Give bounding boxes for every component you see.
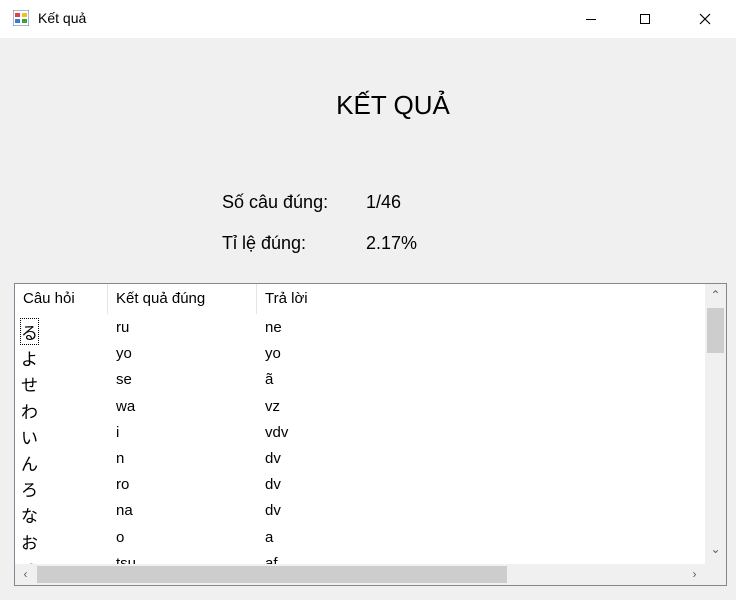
scroll-down-icon[interactable]: ⌄ bbox=[705, 542, 726, 556]
vertical-scroll-thumb[interactable] bbox=[707, 308, 724, 353]
correct-answer-cell: ro bbox=[116, 476, 130, 494]
question-cell: つ bbox=[21, 555, 38, 564]
correct-answer-cell: tsu bbox=[116, 554, 137, 564]
table-row[interactable]: おoa bbox=[15, 526, 705, 553]
scroll-right-icon[interactable]: › bbox=[684, 567, 705, 581]
correct-answer-cell: se bbox=[116, 371, 132, 389]
question-cell: る bbox=[20, 318, 39, 345]
correct-rate-value: 2.17% bbox=[366, 233, 418, 253]
list-rows: る ru ne よ yo yo せ se ã わ wa vz い i vdv ん n dv ろ ro dv な na dv お o… bbox=[15, 316, 705, 564]
column-header-correct-answer[interactable]: Kết quả đúng bbox=[108, 284, 257, 314]
vertical-scrollbar[interactable]: ⌃ ⌄ bbox=[705, 284, 726, 565]
user-answer-cell: vz bbox=[265, 397, 280, 415]
user-answer-cell: ã bbox=[265, 371, 274, 389]
question-cell: い bbox=[21, 428, 38, 448]
minimize-icon bbox=[586, 18, 596, 20]
user-answer-cell: dv bbox=[265, 502, 281, 520]
correct-answer-cell: o bbox=[116, 528, 125, 546]
question-cell: な bbox=[21, 507, 38, 527]
user-answer-cell: a bbox=[265, 528, 274, 546]
horizontal-scrollbar[interactable]: ‹ › bbox=[15, 564, 705, 585]
user-answer-cell: vdv bbox=[265, 423, 289, 441]
scrollbar-corner bbox=[705, 564, 726, 585]
scroll-left-icon[interactable]: ‹ bbox=[15, 567, 36, 581]
question-cell: せ bbox=[21, 376, 38, 396]
maximize-icon bbox=[640, 14, 650, 24]
table-row[interactable]: ろ ro dv bbox=[15, 473, 705, 501]
user-answer-cell: dv bbox=[265, 450, 281, 467]
correct-answer-cell: wa bbox=[116, 397, 136, 415]
user-answer-cell: dv bbox=[265, 476, 281, 494]
question-cell: よ bbox=[21, 350, 38, 370]
correct-answer-cell: na bbox=[116, 502, 133, 520]
minimize-button[interactable] bbox=[568, 0, 614, 38]
results-list-view[interactable]: Câu hỏi Kết quả đúng Trả lời る ru ne よ yo yo せ… bbox=[14, 283, 727, 586]
table-row[interactable]: な na dv bbox=[15, 499, 705, 527]
correct-answer-cell: n bbox=[116, 450, 125, 467]
table-row[interactable]: い i vdv bbox=[15, 421, 705, 448]
correct-answer-cell: i bbox=[116, 423, 120, 441]
user-answer-cell: af bbox=[265, 554, 278, 564]
horizontal-scroll-thumb[interactable] bbox=[37, 566, 507, 583]
scroll-up-icon[interactable]: ⌃ bbox=[705, 288, 726, 302]
question-cell: わ bbox=[21, 402, 38, 422]
close-icon bbox=[699, 13, 711, 25]
user-answer-cell: ne bbox=[265, 319, 282, 336]
table-row[interactable]: る ru ne bbox=[15, 316, 705, 345]
table-row[interactable]: せ se ã bbox=[15, 368, 705, 396]
table-row[interactable]: よ yo yo bbox=[15, 342, 705, 370]
correct-answer-cell: yo bbox=[116, 345, 132, 363]
question-cell: お bbox=[21, 533, 38, 553]
app-icon bbox=[13, 10, 29, 26]
question-cell: ろ bbox=[21, 481, 38, 501]
correct-count-label: Số câu đúng: bbox=[222, 192, 329, 212]
list-header: Câu hỏi Kết quả đúng Trả lời bbox=[15, 284, 705, 314]
page-heading-text: KẾT QUẢ bbox=[336, 90, 450, 120]
window-title: Kết quả bbox=[38, 10, 87, 26]
result-window: Kết quả KẾT QUẢ Số câu đúng: 1/46 Tỉ lệ … bbox=[0, 0, 736, 600]
table-row[interactable]: わ wa vz bbox=[15, 395, 705, 422]
maximize-button[interactable] bbox=[622, 0, 668, 38]
user-answer-cell: yo bbox=[265, 345, 281, 363]
column-header-question[interactable]: Câu hỏi bbox=[15, 284, 108, 314]
correct-count-value: 1/46 bbox=[366, 192, 402, 212]
page-heading: KẾT QUẢ bbox=[0, 90, 736, 121]
close-button[interactable] bbox=[682, 0, 728, 38]
title-bar: Kết quả bbox=[0, 0, 736, 38]
table-row[interactable]: ん n dv bbox=[15, 447, 705, 474]
question-cell: ん bbox=[21, 455, 38, 474]
table-row[interactable]: つ tsu af bbox=[15, 552, 705, 564]
correct-answer-cell: ru bbox=[116, 319, 130, 336]
column-header-user-answer[interactable]: Trả lời bbox=[257, 284, 457, 314]
correct-rate-label: Tỉ lệ đúng: bbox=[222, 233, 307, 253]
